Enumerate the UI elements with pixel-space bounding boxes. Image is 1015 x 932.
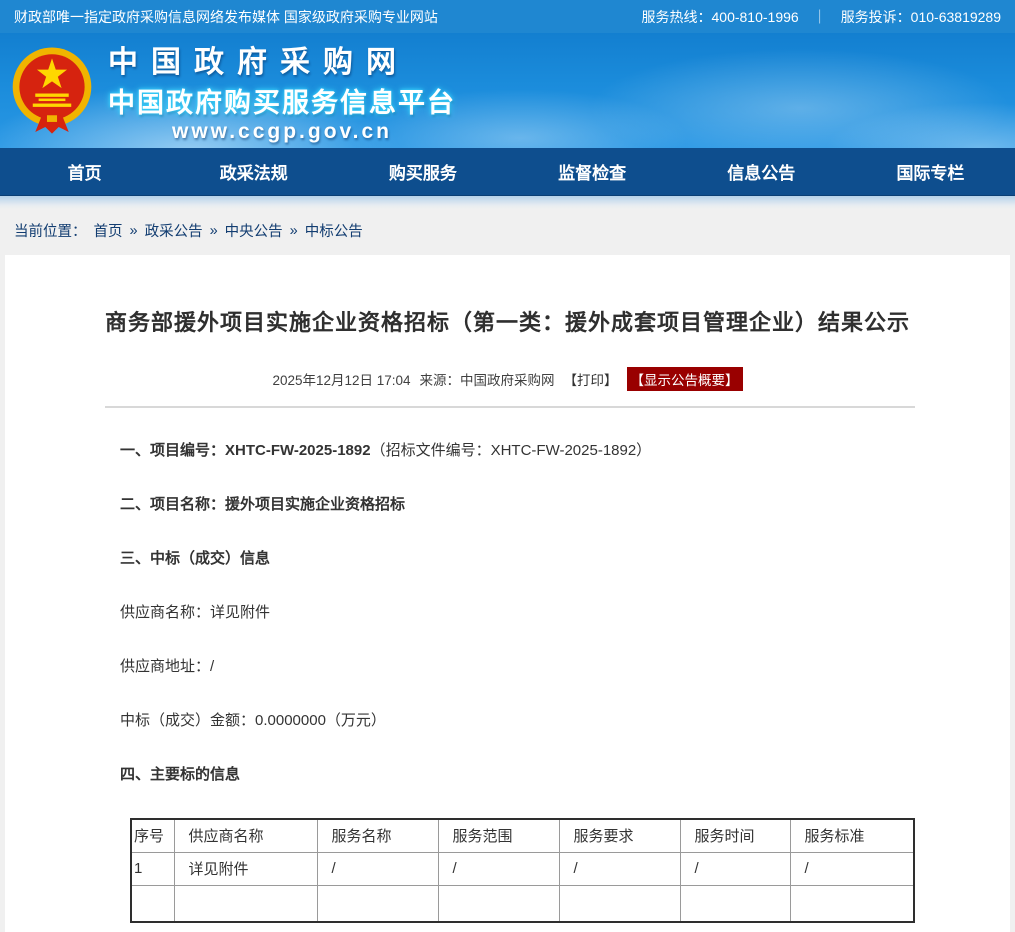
para-supplier-address: 供应商地址：/ xyxy=(120,656,1010,678)
national-emblem-icon xyxy=(10,45,94,137)
publish-datetime: 2025年12月12日 17:04 xyxy=(272,369,410,389)
title-divider xyxy=(105,406,915,408)
article-source: 来源：中国政府采购网 xyxy=(420,369,555,389)
nav-item-home[interactable]: 首页 xyxy=(0,148,169,195)
show-summary-button[interactable]: 【显示公告概要】 xyxy=(627,367,743,391)
para-project-name: 二、项目名称：援外项目实施企业资格招标 xyxy=(120,494,1010,516)
page-title: 商务部援外项目实施企业资格招标（第一类：援外成套项目管理企业）结果公示 xyxy=(5,305,1010,337)
nav-bottom-fade xyxy=(0,196,1015,209)
site-logo[interactable]: 中国政府采购网 中国政府购买服务信息平台 www.ccgp.gov.cn xyxy=(0,37,456,144)
site-subtitle: 中国政府购买服务信息平台 xyxy=(108,81,456,120)
nav-item-regulations[interactable]: 政采法规 xyxy=(169,148,338,195)
print-button[interactable]: 【打印】 xyxy=(564,369,618,389)
nav-item-international[interactable]: 国际专栏 xyxy=(846,148,1015,195)
main-subject-table-wrap: 序号 供应商名称 服务名称 服务范围 服务要求 服务时间 服务标准 1 详见附件… xyxy=(130,818,1010,923)
breadcrumb-label: 当前位置： xyxy=(14,220,87,241)
top-utility-bar: 财政部唯一指定政府采购信息网络发布媒体 国家级政府采购专业网站 服务热线：400… xyxy=(0,0,1015,33)
site-banner: 中国政府采购网 中国政府购买服务信息平台 www.ccgp.gov.cn xyxy=(0,33,1015,148)
breadcrumb-item-home[interactable]: 首页 xyxy=(94,220,123,241)
site-slogan: 财政部唯一指定政府采购信息网络发布媒体 国家级政府采购专业网站 xyxy=(14,7,438,27)
breadcrumb-item-procurement-notices[interactable]: 政采公告 xyxy=(145,220,203,241)
service-complaint: 服务投诉：010-63819289 xyxy=(841,7,1001,27)
col-header-service-standard: 服务标准 xyxy=(790,819,914,852)
table-row: 1 详见附件 / / / / / xyxy=(131,852,914,885)
breadcrumb-item-central-notices[interactable]: 中央公告 xyxy=(225,220,283,241)
col-header-index: 序号 xyxy=(131,819,174,852)
para-award-amount: 中标（成交）金额：0.0000000（万元） xyxy=(120,710,1010,732)
table-header-row: 序号 供应商名称 服务名称 服务范围 服务要求 服务时间 服务标准 xyxy=(131,819,914,852)
article-card: 商务部援外项目实施企业资格招标（第一类：援外成套项目管理企业）结果公示 2025… xyxy=(5,255,1010,932)
col-header-service-scope: 服务范围 xyxy=(438,819,559,852)
col-header-supplier: 供应商名称 xyxy=(174,819,317,852)
breadcrumb-separator: » xyxy=(130,223,138,239)
article-body: 一、项目编号：XHTC-FW-2025-1892（招标文件编号：XHTC-FW-… xyxy=(120,440,1010,786)
para-supplier-name: 供应商名称：详见附件 xyxy=(120,602,1010,624)
main-nav: 首页 政采法规 购买服务 监督检查 信息公告 国际专栏 xyxy=(0,148,1015,196)
site-name: 中国政府采购网 xyxy=(108,37,456,81)
nav-item-supervision[interactable]: 监督检查 xyxy=(508,148,677,195)
col-header-service-time: 服务时间 xyxy=(680,819,790,852)
col-header-service-requirement: 服务要求 xyxy=(559,819,680,852)
article-meta: 2025年12月12日 17:04 来源：中国政府采购网 【打印】 【显示公告概… xyxy=(5,367,1010,391)
breadcrumb-separator: » xyxy=(290,223,298,239)
nav-item-announcements[interactable]: 信息公告 xyxy=(677,148,846,195)
para-award-info-heading: 三、中标（成交）信息 xyxy=(120,548,1010,570)
col-header-service-name: 服务名称 xyxy=(317,819,438,852)
breadcrumb: 当前位置： 首页 » 政采公告 » 中央公告 » 中标公告 xyxy=(0,209,1015,255)
breadcrumb-separator: » xyxy=(210,223,218,239)
service-hotline: 服务热线：400-810-1996 xyxy=(642,7,799,27)
topbar-separator: ｜ xyxy=(813,7,827,27)
site-url: www.ccgp.gov.cn xyxy=(108,120,456,144)
main-subject-table: 序号 供应商名称 服务名称 服务范围 服务要求 服务时间 服务标准 1 详见附件… xyxy=(130,818,915,923)
table-row-empty xyxy=(131,885,914,922)
breadcrumb-item-award-notices[interactable]: 中标公告 xyxy=(305,220,363,241)
nav-item-purchase-services[interactable]: 购买服务 xyxy=(338,148,507,195)
para-main-subject-heading: 四、主要标的信息 xyxy=(120,764,1010,786)
para-project-number: 一、项目编号：XHTC-FW-2025-1892（招标文件编号：XHTC-FW-… xyxy=(120,440,1010,462)
